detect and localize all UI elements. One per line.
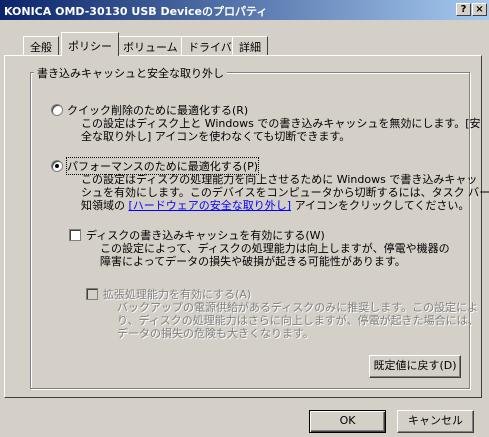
performance-desc-3-suffix: アイコンをクリックしてください。 — [291, 199, 470, 212]
close-button[interactable]: × — [472, 3, 487, 16]
tab-driver[interactable]: ドライバ — [181, 36, 239, 55]
group-title: 書き込みキャッシュと安全な取り外し — [34, 65, 227, 81]
write-cache-desc-2: 障害によってデータの損失や破損が起きる可能性があります。 — [100, 255, 406, 268]
tab-general[interactable]: 全般 — [23, 36, 59, 55]
advanced-performance-label[interactable]: 拡張処理能力を有効にする(A) — [103, 286, 251, 302]
window-title: KONICA OMD-30130 USB Deviceのプロパティ — [4, 5, 268, 18]
performance-radio[interactable] — [51, 160, 63, 172]
restore-defaults-button[interactable]: 既定値に戻す(D) — [369, 355, 461, 378]
write-cache-label[interactable]: ディスクの書き込みキャッシュを有効にする(W) — [86, 227, 325, 243]
quick-removal-desc-1: この設定はディスク上と Windows での書き込みキャッシュを無効にします。[… — [81, 117, 481, 130]
quick-removal-radio[interactable] — [51, 104, 63, 116]
help-button[interactable]: ? — [456, 3, 471, 16]
tab-policy[interactable]: ポリシー — [61, 32, 119, 56]
advanced-performance-checkbox[interactable] — [86, 288, 98, 300]
radio-selected-dot — [55, 164, 59, 168]
performance-desc-3: 知領域の [ハードウェアの安全な取り外し] アイコンをクリックしてください。 — [81, 199, 469, 212]
performance-desc-1: この設定はディスクの処理能力を向上させるために Windows で書き込みキャッ — [81, 173, 478, 186]
advanced-desc-3: データの損失の危険も大きくなります。 — [117, 327, 314, 340]
write-cache-checkbox[interactable] — [69, 229, 81, 241]
quick-removal-desc-2: 全な取り外し] アイコンを使わなくても切断できます。 — [81, 130, 351, 143]
cancel-button[interactable]: キャンセル — [397, 410, 474, 433]
tab-volume[interactable]: ボリューム — [116, 36, 185, 55]
ok-button[interactable]: OK — [309, 410, 386, 433]
advanced-desc-2: り、ディスクの処理能力はさらに向上しますが、停電が起きた場合には、 — [117, 314, 479, 327]
safe-removal-link[interactable]: [ハードウェアの安全な取り外し] — [129, 199, 292, 212]
quick-removal-label[interactable]: クイック削除のために最適化する(R) — [67, 102, 248, 118]
tab-details[interactable]: 詳細 — [232, 36, 268, 55]
advanced-desc-1: バックアップの電源供給があるディスクのみに推奨します。この設定によ — [117, 301, 479, 314]
performance-desc-2: シュを有効にします。このデバイスをコンピュータから切断するには、タスク バー通 — [81, 186, 489, 199]
performance-desc-3-prefix: 知領域の — [81, 199, 129, 212]
title-bar[interactable]: KONICA OMD-30130 USB Deviceのプロパティ ? × — [0, 0, 489, 20]
write-cache-desc-1: この設定によって、ディスクの処理能力は向上しますが、停電や機器の — [100, 242, 450, 255]
performance-label[interactable]: パフォーマンスのために最適化する(P) — [66, 157, 259, 175]
